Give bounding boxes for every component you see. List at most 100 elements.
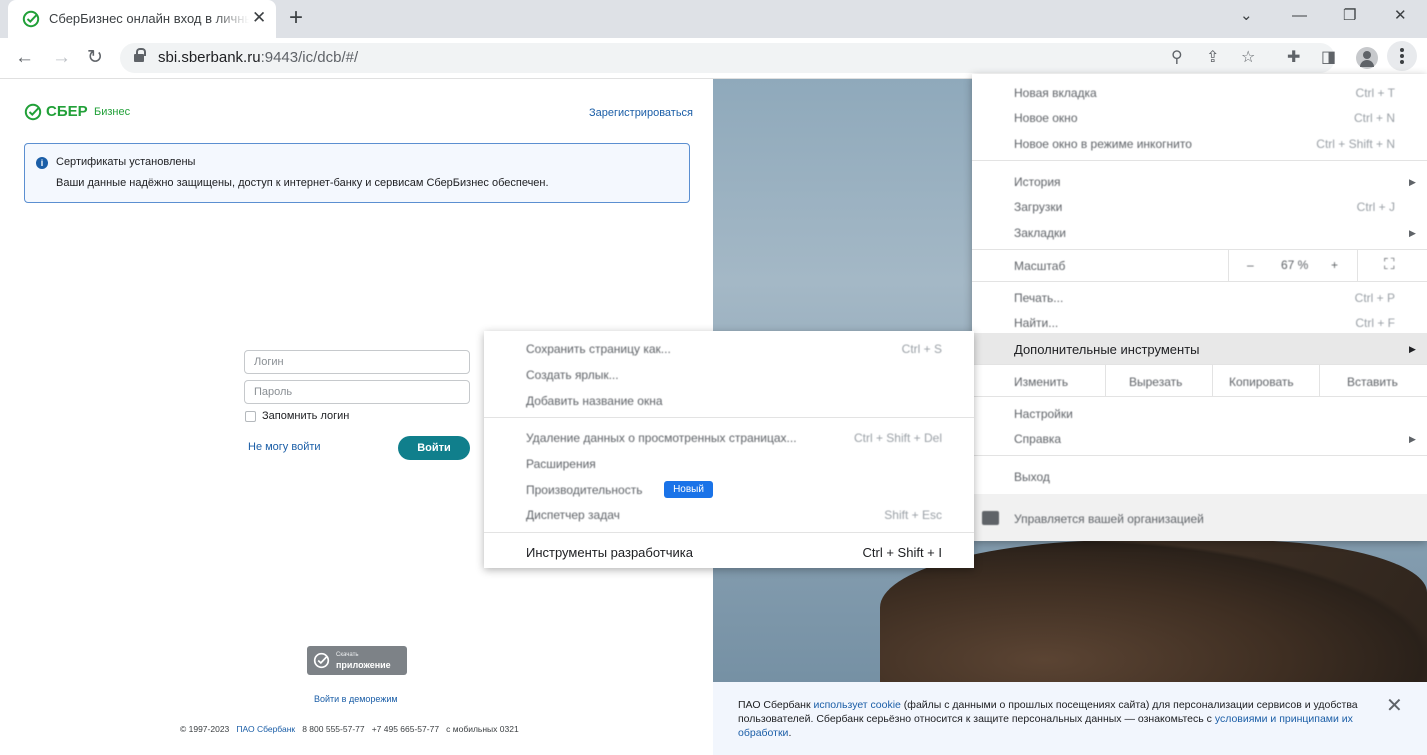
shortcut-clear-data: Ctrl + Shift + Del	[853, 431, 942, 445]
bookmark-star-icon[interactable]: ☆	[1241, 49, 1255, 67]
submenu-extensions[interactable]: Расширения	[526, 457, 596, 471]
minimize-icon[interactable]: —	[1292, 6, 1307, 26]
footer-company-link[interactable]: ПАО Сбербанк	[236, 724, 295, 734]
sber-logo-icon	[24, 103, 42, 121]
browser-tab[interactable]: СберБизнес онлайн вход в личный кабинет …	[8, 0, 276, 38]
remember-label: Запомнить логин	[262, 410, 350, 422]
menu-bookmarks[interactable]: Закладки	[1014, 226, 1066, 240]
submenu-save-page[interactable]: Сохранить страницу как...	[526, 342, 671, 356]
submenu-name-window[interactable]: Добавить название окна	[526, 394, 663, 408]
footer-copyright: © 1997-2023	[180, 724, 230, 734]
alert-text: Ваши данные надёжно защищены, доступ к и…	[56, 177, 549, 189]
login-input[interactable]	[244, 350, 470, 374]
logo-text: СБЕР	[46, 103, 88, 120]
zoom-icon[interactable]: ⚲	[1171, 49, 1183, 67]
side-panel-icon[interactable]: ◨	[1321, 48, 1336, 68]
tab-search-chevron-icon[interactable]: ⌄	[1240, 6, 1253, 26]
menu-separator	[972, 281, 1427, 282]
demo-mode-link[interactable]: Войти в деморежим	[314, 694, 398, 704]
footer-phone-2: +7 495 665-57-77	[371, 724, 440, 734]
profile-avatar-icon[interactable]	[1356, 47, 1378, 69]
building-icon	[982, 511, 999, 525]
submenu-create-shortcut[interactable]: Создать ярлык...	[526, 368, 619, 382]
app-badge-big-text: приложение	[336, 660, 391, 670]
menu-history[interactable]: История	[1014, 175, 1061, 189]
tab-title: СберБизнес онлайн вход в личный кабинет	[49, 11, 249, 26]
alert-title: Сертификаты установлены	[56, 156, 196, 168]
new-tab-icon[interactable]: +	[289, 5, 303, 31]
menu-help[interactable]: Справка	[1014, 432, 1061, 446]
chrome-menu-icon[interactable]	[1387, 41, 1417, 71]
new-badge: Новый	[664, 481, 713, 498]
browser-toolbar: ← → ↻ sbi.sberbank.ru:9443/ic/dcb/#/ ⚲ ⇪…	[0, 38, 1427, 79]
share-icon[interactable]: ⇪	[1206, 49, 1219, 67]
fullscreen-icon[interactable]: ⛶	[1384, 256, 1395, 273]
register-link[interactable]: Зарегистрироваться	[589, 107, 693, 119]
submenu-performance[interactable]: Производительность	[526, 483, 642, 497]
extensions-puzzle-icon[interactable]: ✚	[1287, 48, 1300, 68]
submenu-arrow-icon: ▶	[1409, 344, 1416, 354]
menu-print[interactable]: Печать...	[1014, 291, 1063, 305]
shortcut-new-window: Ctrl + N	[1353, 111, 1395, 125]
submenu-task-manager[interactable]: Диспетчер задач	[526, 508, 620, 522]
footer: © 1997-2023 ПАО Сбербанк 8 800 555-57-77…	[180, 724, 519, 734]
menu-exit[interactable]: Выход	[1014, 470, 1050, 484]
edit-divider	[1319, 365, 1320, 396]
close-window-icon[interactable]: ✕	[1394, 6, 1407, 26]
shortcut-downloads: Ctrl + J	[1356, 200, 1395, 214]
address-bar[interactable]: sbi.sberbank.ru:9443/ic/dcb/#/ ⚲ ⇪ ☆	[120, 43, 1335, 73]
download-app-button[interactable]: Скачать приложение	[307, 646, 407, 675]
menu-separator	[972, 396, 1427, 397]
submenu-clear-data[interactable]: Удаление данных о просмотренных страница…	[526, 431, 797, 445]
menu-copy-button[interactable]: Копировать	[1229, 375, 1294, 389]
zoom-divider	[1228, 250, 1229, 281]
footer-mobile: с мобильных 0321	[446, 724, 519, 734]
lock-icon[interactable]	[134, 48, 146, 64]
info-icon: i	[36, 157, 48, 169]
menu-separator	[972, 455, 1427, 456]
remember-checkbox[interactable]	[245, 411, 256, 422]
url-text: sbi.sberbank.ru:9443/ic/dcb/#/	[158, 49, 359, 66]
menu-cut-button[interactable]: Вырезать	[1129, 375, 1182, 389]
app-badge-small-text: Скачать	[336, 652, 359, 658]
menu-edit-label: Изменить	[1014, 375, 1069, 389]
back-icon[interactable]: ←	[15, 48, 34, 68]
submenu-separator	[484, 417, 974, 418]
sber-favicon-icon	[22, 10, 40, 28]
menu-find[interactable]: Найти...	[1014, 316, 1058, 330]
menu-zoom: Масштаб	[1014, 259, 1066, 273]
submenu-arrow-icon: ▶	[1409, 434, 1416, 444]
menu-new-window[interactable]: Новое окно	[1014, 111, 1078, 125]
menu-separator	[972, 364, 1427, 365]
tab-strip: СберБизнес онлайн вход в личный кабинет …	[0, 0, 1427, 38]
password-input[interactable]	[244, 380, 470, 404]
submenu-dev-tools[interactable]: Инструменты разработчика	[526, 545, 693, 560]
menu-more-tools[interactable]: Дополнительные инструменты	[1014, 342, 1200, 357]
shortcut-dev-tools: Ctrl + Shift + I	[862, 545, 942, 560]
menu-downloads[interactable]: Загрузки	[1014, 200, 1062, 214]
zoom-in-button[interactable]: +	[1331, 258, 1338, 272]
menu-incognito[interactable]: Новое окно в режиме инкогнито	[1014, 137, 1192, 151]
cant-login-link[interactable]: Не могу войти	[248, 441, 321, 453]
logo-subtext: Бизнес	[94, 106, 131, 118]
close-tab-icon[interactable]: ✕	[252, 9, 266, 27]
login-button[interactable]: Войти	[398, 436, 470, 460]
shortcut-save-page: Ctrl + S	[901, 342, 942, 356]
cookie-link[interactable]: использует cookie	[813, 699, 900, 711]
close-cookie-icon[interactable]: ✕	[1386, 696, 1403, 716]
shortcut-incognito: Ctrl + Shift + N	[1316, 137, 1395, 151]
zoom-value: 67 %	[1281, 258, 1309, 272]
submenu-arrow-icon: ▶	[1409, 228, 1416, 238]
menu-paste-button[interactable]: Вставить	[1347, 375, 1398, 389]
submenu-arrow-icon: ▶	[1409, 177, 1416, 187]
reload-icon[interactable]: ↻	[87, 48, 103, 68]
menu-new-tab[interactable]: Новая вкладка	[1014, 86, 1097, 100]
menu-settings[interactable]: Настройки	[1014, 407, 1073, 421]
submenu-separator	[484, 532, 974, 533]
zoom-out-button[interactable]: –	[1247, 258, 1254, 272]
menu-managed[interactable]: Управляется вашей организацией	[1014, 512, 1204, 526]
shortcut-find: Ctrl + F	[1355, 316, 1395, 330]
forward-icon[interactable]: →	[52, 48, 71, 68]
restore-icon[interactable]: ❐	[1343, 6, 1356, 26]
zoom-divider	[1357, 250, 1358, 281]
